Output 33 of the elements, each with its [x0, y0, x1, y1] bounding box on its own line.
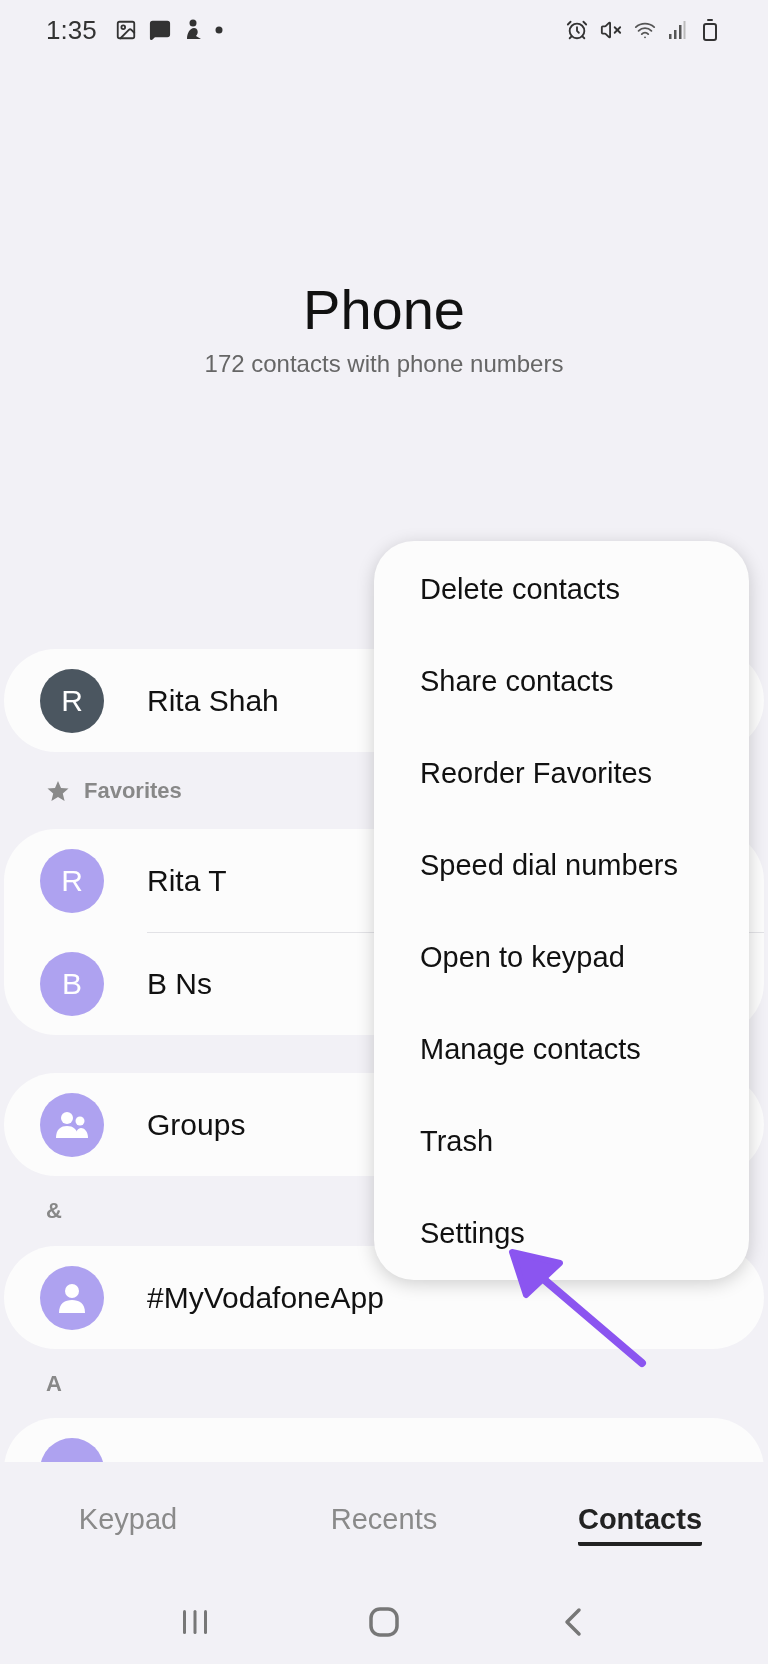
contact-avatar: R [40, 668, 104, 733]
page-title: Phone [303, 277, 465, 343]
people-icon [55, 1109, 89, 1140]
section-header: A [46, 1370, 62, 1397]
menu-item[interactable]: Share contacts [374, 635, 749, 727]
menu-item[interactable]: Speed dial numbers [374, 819, 749, 911]
status-time: 1:35 [46, 14, 97, 46]
signal-icon [668, 20, 686, 40]
menu-item[interactable]: Open to keypad [374, 911, 749, 1003]
menu-item[interactable]: Manage contacts [374, 1003, 749, 1095]
menu-item[interactable]: Delete contacts [374, 543, 749, 635]
menu-item[interactable]: Reorder Favorites [374, 727, 749, 819]
message-icon [148, 19, 171, 41]
contact-name[interactable]: B Ns [147, 966, 212, 1001]
person-icon [58, 1281, 86, 1314]
contact-name[interactable]: #MyVodafoneApp [147, 1280, 384, 1315]
home-icon[interactable] [368, 1606, 400, 1638]
contact-count: 172 contacts with phone numbers [204, 349, 564, 379]
alarm-icon [566, 19, 588, 41]
contact-name[interactable]: Groups [147, 1107, 246, 1142]
section-header: Favorites [84, 777, 182, 804]
dot-icon [214, 26, 223, 34]
contact-avatar: B [40, 951, 104, 1016]
menu-item[interactable]: Settings [374, 1187, 749, 1279]
contact-name[interactable]: Rita T [147, 863, 227, 898]
back-icon[interactable] [563, 1607, 584, 1637]
contact-avatar: R [40, 848, 104, 913]
mute-icon [600, 19, 622, 41]
image-icon [114, 19, 137, 41]
section-header: & [46, 1198, 62, 1224]
contact-name[interactable]: Rita Shah [147, 683, 279, 718]
menu-item[interactable]: Trash [374, 1095, 749, 1187]
tab[interactable]: Contacts [577, 1502, 703, 1546]
